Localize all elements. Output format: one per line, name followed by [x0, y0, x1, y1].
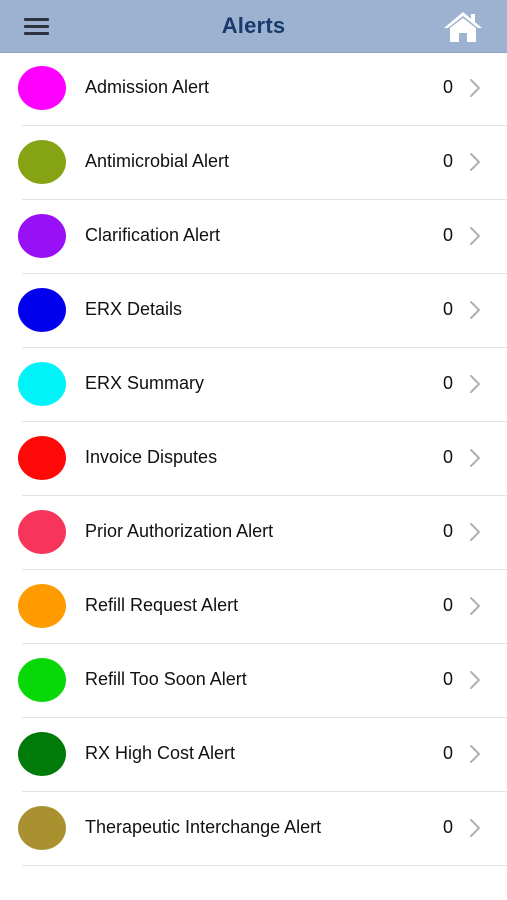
- alert-label: Therapeutic Interchange Alert: [85, 817, 322, 837]
- alert-label: Antimicrobial Alert: [85, 151, 230, 171]
- alert-count: 0: [443, 373, 454, 393]
- chevron-right-icon: [468, 669, 482, 691]
- alert-label: Invoice Disputes: [85, 447, 218, 467]
- chevron-right-icon: [468, 817, 482, 839]
- alert-count: 0: [443, 225, 454, 245]
- alert-count: 0: [443, 447, 454, 467]
- alert-row[interactable]: Therapeutic Interchange Alert 0: [18, 792, 507, 866]
- alert-row[interactable]: Antimicrobial Alert 0: [18, 126, 507, 200]
- alert-color-dot: [18, 584, 66, 628]
- alert-row[interactable]: RX High Cost Alert 0: [18, 718, 507, 792]
- alert-count: 0: [443, 817, 454, 837]
- alert-color-dot: [18, 510, 66, 554]
- alert-color-dot: [18, 658, 66, 702]
- alert-row[interactable]: ERX Summary 0: [18, 348, 507, 422]
- alert-count: 0: [443, 743, 454, 763]
- chevron-right-icon: [468, 595, 482, 617]
- home-icon[interactable]: [442, 10, 484, 44]
- alert-count: 0: [443, 595, 454, 615]
- alert-row[interactable]: Refill Too Soon Alert 0: [18, 644, 507, 718]
- top-navigation-bar: Alerts: [0, 0, 507, 53]
- chevron-right-icon: [468, 373, 482, 395]
- alert-color-dot: [18, 732, 66, 776]
- alert-label: Refill Request Alert: [85, 595, 239, 615]
- chevron-right-icon: [468, 225, 482, 247]
- page-title: Alerts: [221, 13, 286, 38]
- alert-row[interactable]: Invoice Disputes 0: [18, 422, 507, 496]
- alert-label: Clarification Alert: [85, 225, 221, 245]
- alert-color-dot: [18, 362, 66, 406]
- alert-row[interactable]: Refill Request Alert 0: [18, 570, 507, 644]
- chevron-right-icon: [468, 521, 482, 543]
- chevron-right-icon: [468, 447, 482, 469]
- alert-row[interactable]: Admission Alert 0: [18, 52, 507, 126]
- alert-color-dot: [18, 66, 66, 110]
- alert-label: ERX Details: [85, 299, 183, 319]
- chevron-right-icon: [468, 743, 482, 765]
- alert-row[interactable]: ERX Details 0: [18, 274, 507, 348]
- alert-label: RX High Cost Alert: [85, 743, 236, 763]
- chevron-right-icon: [468, 151, 482, 173]
- alert-label: Refill Too Soon Alert: [85, 669, 247, 689]
- chevron-right-icon: [468, 299, 482, 321]
- chevron-right-icon: [468, 77, 482, 99]
- alert-color-dot: [18, 214, 66, 258]
- alert-count: 0: [443, 299, 454, 319]
- alert-row[interactable]: Clarification Alert 0: [18, 200, 507, 274]
- alert-color-dot: [18, 436, 66, 480]
- alert-label: ERX Summary: [85, 373, 205, 393]
- alert-color-dot: [18, 140, 66, 184]
- alert-color-dot: [18, 806, 66, 850]
- alert-list: Admission Alert 0 Antimicrobial Alert 0 Clar…: [0, 52, 507, 866]
- alert-label: Prior Authorization Alert: [85, 521, 274, 541]
- alert-color-dot: [18, 288, 66, 332]
- alert-count: 0: [443, 521, 454, 541]
- alert-label: Admission Alert: [85, 77, 210, 97]
- alert-count: 0: [443, 77, 454, 97]
- alert-row[interactable]: Prior Authorization Alert 0: [18, 496, 507, 570]
- alert-count: 0: [443, 669, 454, 689]
- alert-count: 0: [443, 151, 454, 171]
